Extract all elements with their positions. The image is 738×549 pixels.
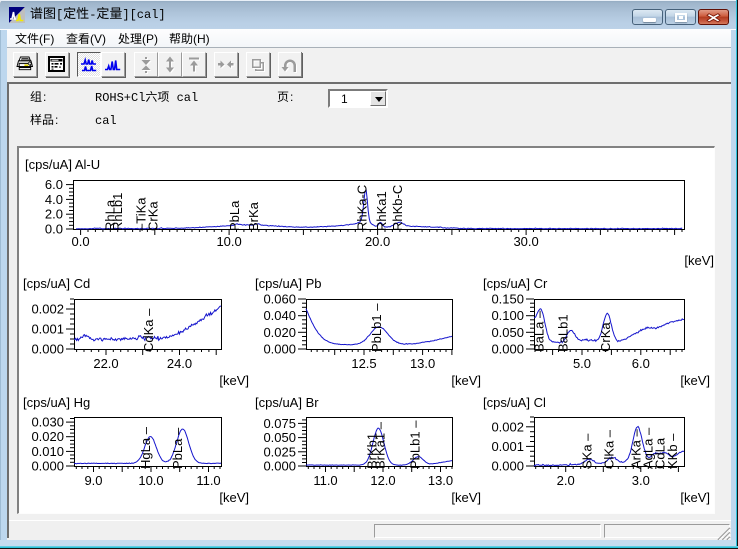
svg-text:2.0: 2.0 [45,207,63,222]
svg-text:0.100: 0.100 [491,308,524,323]
svg-text:[cps/uA] Cr: [cps/uA] Cr [483,276,548,291]
svg-text:HgLa –: HgLa – [138,426,153,469]
svg-text:BaLb1: BaLb1 [556,314,571,352]
svg-text:(F): (F) [39,32,54,46]
svg-text:20.0: 20.0 [365,234,390,249]
svg-text:13.0: 13.0 [410,356,435,371]
svg-text:[keV]: [keV] [680,490,710,505]
svg-text:0.150: 0.150 [491,292,524,307]
svg-text:SKa –: SKa – [580,433,595,469]
svg-text:cal: cal [177,91,199,105]
svg-text:0.075: 0.075 [263,416,296,431]
svg-text:PbLa –: PbLa – [170,427,185,469]
svg-text:CrKa: CrKa [598,322,613,352]
svg-text:[keV]: [keV] [219,373,249,388]
svg-text:5.0: 5.0 [573,356,591,371]
svg-text::: : [290,90,293,104]
svg-text:[keV]: [keV] [684,253,714,268]
svg-text:BrKa1 –: BrKa1 – [373,421,388,469]
svg-text:24.0: 24.0 [167,356,192,371]
svg-text:[keV]: [keV] [219,490,249,505]
svg-text:[keV]: [keV] [680,373,710,388]
svg-text:6.0: 6.0 [632,356,650,371]
svg-text:0.020: 0.020 [31,429,64,444]
svg-text:RhKa1: RhKa1 [374,191,389,231]
svg-text:PbLb1 –: PbLb1 – [369,303,384,352]
svg-text:3.0: 3.0 [632,473,650,488]
svg-text:[cps/uA] Pb: [cps/uA] Pb [255,276,321,291]
svg-text:BrKa: BrKa [246,201,261,231]
svg-text:0.000: 0.000 [31,342,64,357]
svg-text:0.010: 0.010 [31,444,64,459]
svg-text:PbLb1 –: PbLb1 – [408,420,423,469]
svg-text:0.000: 0.000 [491,459,524,474]
svg-text:CdKa –: CdKa – [141,308,156,352]
svg-text:][cal]: ][cal] [122,8,165,22]
svg-text:[cps/uA] Br: [cps/uA] Br [255,395,319,410]
svg-text::: : [43,90,46,104]
svg-text:0.000: 0.000 [263,459,296,474]
svg-text:cal: cal [95,114,117,128]
svg-text:RhLb1: RhLb1 [110,193,125,231]
svg-text:4.0: 4.0 [45,192,63,207]
svg-text:(P): (P) [142,32,158,46]
svg-text:[keV]: [keV] [451,490,481,505]
svg-text:[cps/uA] Al-U: [cps/uA] Al-U [25,157,100,172]
svg-text:0.025: 0.025 [263,444,296,459]
svg-text:(H): (H) [193,32,210,46]
svg-text:0.001: 0.001 [491,439,524,454]
svg-text:0.002: 0.002 [31,302,64,317]
svg-text:CrKa: CrKa [146,201,161,231]
svg-text:0.030: 0.030 [31,415,64,430]
svg-text:PbLa: PbLa [227,200,242,231]
svg-text:0.040: 0.040 [263,308,296,323]
svg-text:11.0: 11.0 [196,473,220,488]
svg-text:22.0: 22.0 [93,356,118,371]
svg-text:10.0: 10.0 [216,234,241,249]
svg-text:KKb –: KKb – [665,433,680,469]
svg-text:0.050: 0.050 [491,325,524,340]
svg-text:11.0: 11.0 [313,473,337,488]
svg-text:13.0: 13.0 [428,473,453,488]
svg-text:6.0: 6.0 [45,177,63,192]
svg-text:(V): (V) [90,32,106,46]
svg-text:12.5: 12.5 [351,356,376,371]
svg-text:[cps/uA] Hg: [cps/uA] Hg [23,395,90,410]
svg-text:[cps/uA] Cl: [cps/uA] Cl [483,395,546,410]
svg-text:[: [ [56,8,63,22]
svg-text:0.050: 0.050 [263,430,296,445]
svg-text:0.0: 0.0 [45,222,63,237]
svg-text:[keV]: [keV] [451,373,481,388]
svg-text:BaLa –: BaLa – [532,310,547,352]
svg-text:0.0: 0.0 [72,234,90,249]
svg-text:12.0: 12.0 [370,473,395,488]
svg-text:0.001: 0.001 [31,322,64,337]
svg-text:-: - [89,8,96,22]
svg-text:0.060: 0.060 [263,292,296,307]
svg-text:10.0: 10.0 [138,473,163,488]
svg-text::: : [55,113,58,127]
svg-text:RhKb-C: RhKb-C [390,185,405,231]
svg-text:RhKa-C: RhKa-C [355,185,370,231]
svg-text:ROHS+Cl: ROHS+Cl [95,91,145,105]
svg-text:0.000: 0.000 [263,342,296,357]
svg-text:[cps/uA] Cd: [cps/uA] Cd [23,276,90,291]
svg-text:30.0: 30.0 [513,234,538,249]
svg-text:9.0: 9.0 [84,473,102,488]
svg-text:0.002: 0.002 [491,419,524,434]
svg-text:0.000: 0.000 [491,342,524,357]
svg-text:0.020: 0.020 [263,325,296,340]
svg-text:2.0: 2.0 [557,473,575,488]
svg-text:ClKa –: ClKa – [602,429,617,469]
svg-text:0.000: 0.000 [31,459,64,474]
